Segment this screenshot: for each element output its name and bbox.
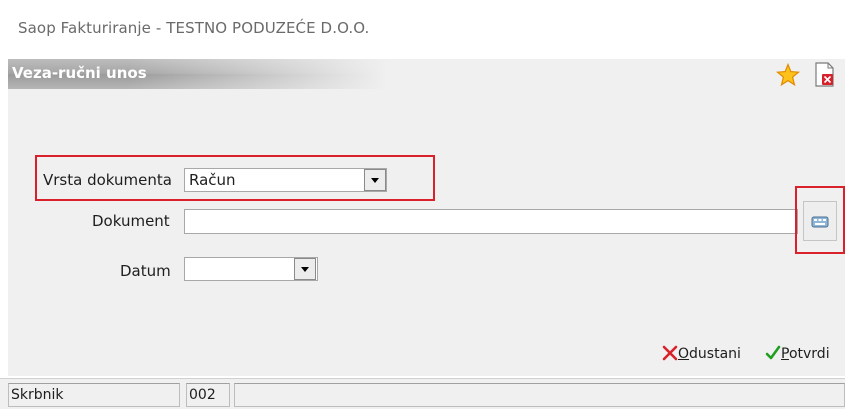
date-dropdown-button[interactable] [294, 258, 316, 280]
cancel-mnemonic: O [678, 346, 690, 362]
cancel-label: dustani [689, 346, 741, 362]
confirm-mnemonic: P [781, 346, 789, 362]
highlight-document-lookup [795, 186, 845, 254]
document-type-dropdown-button[interactable] [364, 169, 386, 191]
chevron-down-icon [371, 178, 379, 183]
window-titlebar: Saop Fakturiranje - TESTNO PODUZEĆE D.O.… [0, 0, 845, 56]
delete-document-icon[interactable] [814, 62, 836, 88]
window-title: Saop Fakturiranje - TESTNO PODUZEĆE D.O.… [18, 19, 370, 37]
red-x-icon [662, 345, 678, 361]
header-fade [128, 59, 388, 89]
document-input[interactable] [184, 209, 798, 234]
chevron-down-icon [301, 267, 309, 272]
green-check-icon [765, 345, 781, 360]
status-code: 002 [189, 387, 216, 403]
date-label: Datum [120, 262, 171, 280]
document-label: Dokument [92, 212, 170, 230]
status-label-cell: Skrbnik [8, 383, 180, 407]
form-header: Veza-ručni unos [8, 59, 845, 89]
status-bar: Skrbnik 002 [0, 378, 845, 409]
document-type-label: Vrsta dokumenta [43, 171, 172, 189]
cancel-button[interactable]: Odustani [662, 345, 741, 362]
status-message-cell [234, 383, 845, 407]
status-label: Skrbnik [11, 387, 64, 403]
document-type-value: Račun [189, 171, 236, 189]
document-type-select[interactable]: Račun [184, 168, 387, 192]
confirm-button[interactable]: Potvrdi [765, 345, 830, 362]
status-code-cell: 002 [186, 383, 230, 407]
confirm-label: otvrdi [788, 346, 830, 362]
form-title: Veza-ručni unos [12, 64, 147, 82]
star-icon[interactable] [776, 63, 800, 87]
